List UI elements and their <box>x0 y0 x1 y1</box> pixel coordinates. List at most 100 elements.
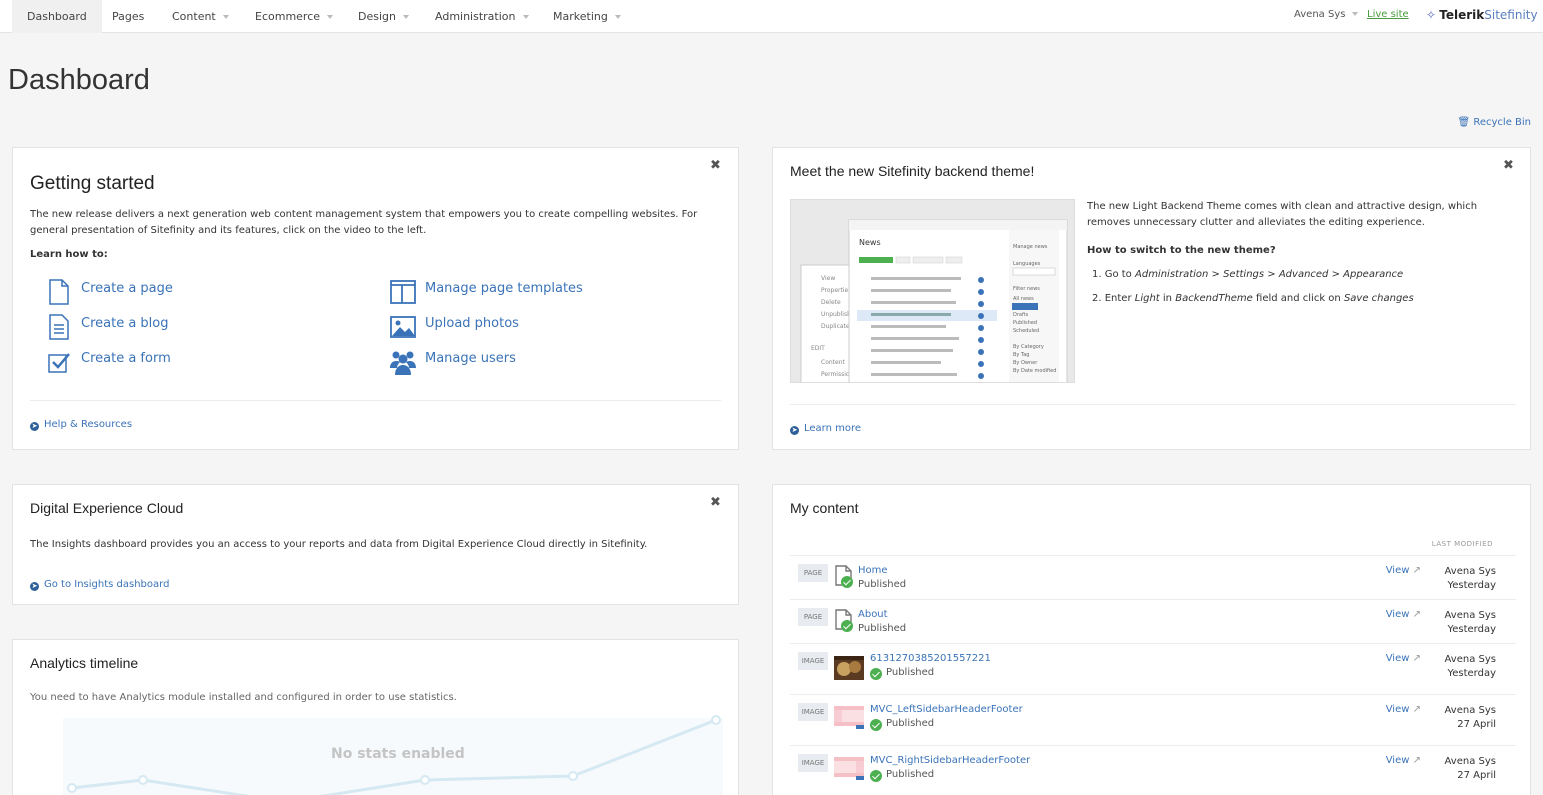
insights-dashboard-label: Go to Insights dashboard <box>44 579 170 590</box>
nav-administration[interactable]: Administration <box>435 0 529 33</box>
nav-content[interactable]: Content <box>172 0 229 33</box>
published-check-icon <box>870 668 882 680</box>
modified-date: 27 April <box>1457 770 1496 781</box>
content-row[interactable]: PAGE Home Published View ↗ Avena Sys Yest… <box>790 555 1516 599</box>
getting-started-panel: ✖ Getting started The new release delive… <box>12 147 739 450</box>
nav-dashboard-label: Dashboard <box>27 10 87 23</box>
user-name: Avena Sys <box>1294 9 1346 20</box>
step2-field: BackendTheme <box>1175 293 1253 304</box>
manage-users-label: Manage users <box>425 351 516 366</box>
chevron-down-icon <box>614 15 621 19</box>
modified-date: Yesterday <box>1447 580 1496 591</box>
nav-administration-label: Administration <box>435 10 516 23</box>
content-title[interactable]: 6131270385201557221 <box>870 653 991 664</box>
nav-dashboard[interactable]: Dashboard <box>12 0 102 33</box>
svg-text:Unpublish: Unpublish <box>821 311 851 318</box>
content-status: Published <box>886 769 935 780</box>
template-icon <box>390 280 416 304</box>
content-row[interactable]: IMAGE MVC_LeftSidebarHeaderFooter Publis… <box>790 694 1516 745</box>
theme-preview-graphic: View Properties Delete Unpublish Duplicate E… <box>791 200 1074 382</box>
page-title: Dashboard <box>8 64 150 96</box>
step2-mid: field and click on <box>1256 293 1341 304</box>
owner: Avena Sys <box>1444 566 1496 577</box>
published-check-icon <box>870 719 882 731</box>
dec-panel: ✖ Digital Experience Cloud The Insights … <box>12 484 739 605</box>
content-status: Published <box>886 718 935 729</box>
modified-date: Yesterday <box>1447 624 1496 635</box>
recycle-bin-label: Recycle Bin <box>1473 117 1531 128</box>
my-content-panel: My content LAST MODIFIED PAGE Home Publi… <box>772 484 1531 795</box>
chevron-down-icon <box>402 15 409 19</box>
close-icon[interactable]: ✖ <box>1503 158 1514 173</box>
insights-dashboard-link[interactable]: ➤ Go to Insights dashboard <box>30 577 169 593</box>
close-icon[interactable]: ✖ <box>710 158 721 173</box>
content-row[interactable]: PAGE About Published View ↗ Avena Sys Yes… <box>790 599 1516 643</box>
owner: Avena Sys <box>1444 610 1496 621</box>
arrow-right-icon: ➤ <box>30 582 39 591</box>
theme-preview-image[interactable]: View Properties Delete Unpublish Duplicate E… <box>790 199 1075 383</box>
modified-info: Avena Sys Yesterday <box>1406 653 1496 681</box>
upload-photos-label: Upload photos <box>425 316 519 331</box>
users-icon <box>390 351 416 375</box>
backend-theme-panel: ✖ Meet the new Sitefinity backend theme!… <box>772 147 1531 450</box>
content-row[interactable]: IMAGE 6131270385201557221 Published View… <box>790 643 1516 694</box>
svg-text:Delete: Delete <box>821 299 841 306</box>
theme-step-2: 2. Enter Light in BackendTheme field and… <box>1092 291 1414 307</box>
chevron-down-icon <box>522 15 529 19</box>
modified-info: Avena Sys 27 April <box>1406 755 1496 783</box>
logo-telerik-text: Telerik <box>1439 8 1485 22</box>
create-form-label: Create a form <box>81 351 171 366</box>
close-icon[interactable]: ✖ <box>710 495 721 510</box>
svg-text:By Owner: By Owner <box>1013 360 1038 366</box>
modified-info: Avena Sys Yesterday <box>1406 609 1496 637</box>
no-stats-label: No stats enabled <box>331 746 465 762</box>
chevron-down-icon <box>1352 12 1359 16</box>
user-menu[interactable]: Avena Sys <box>1294 0 1359 33</box>
published-check-icon <box>841 620 853 632</box>
step2-value: Light <box>1134 293 1160 304</box>
nav-design-label: Design <box>358 10 396 23</box>
nav-design[interactable]: Design <box>358 0 409 33</box>
svg-text:By Tag: By Tag <box>1013 352 1029 358</box>
svg-text:Content: Content <box>821 359 846 366</box>
divider <box>30 400 721 401</box>
content-title[interactable]: MVC_LeftSidebarHeaderFooter <box>870 704 1023 715</box>
content-row[interactable]: IMAGE MVC_RightSidebarHeaderFooter Publi… <box>790 745 1516 795</box>
svg-text:Published: Published <box>1013 320 1037 326</box>
svg-text:By Category: By Category <box>1013 344 1044 350</box>
sitefinity-logo[interactable]: ✧ TelerikSitefinity <box>1426 0 1538 33</box>
content-title[interactable]: About <box>858 609 888 620</box>
modified-date: 27 April <box>1457 719 1496 730</box>
trash-icon: 🗑 <box>1457 117 1471 128</box>
content-title[interactable]: Home <box>858 565 888 576</box>
form-icon <box>48 353 70 373</box>
nav-content-label: Content <box>172 10 216 23</box>
photo-icon <box>390 316 416 338</box>
top-navigation: Dashboard Pages Content Ecommerce Design… <box>0 0 1543 33</box>
svg-text:Properties: Properties <box>821 287 851 294</box>
svg-text:All news: All news <box>1013 296 1034 302</box>
step2-in: in <box>1162 293 1173 304</box>
svg-text:By Date modified: By Date modified <box>1013 368 1056 374</box>
owner: Avena Sys <box>1444 705 1496 716</box>
nav-pages[interactable]: Pages <box>112 0 144 33</box>
help-resources-link[interactable]: ➤ Help & Resources <box>30 417 132 433</box>
nav-marketing[interactable]: Marketing <box>553 0 621 33</box>
published-check-icon <box>870 770 882 782</box>
arrow-right-icon: ➤ <box>30 422 39 431</box>
create-blog-label: Create a blog <box>81 316 169 331</box>
owner: Avena Sys <box>1444 654 1496 665</box>
image-thumbnail <box>834 656 864 680</box>
nav-ecommerce[interactable]: Ecommerce <box>255 0 334 33</box>
step1-path: Administration > Settings > Advanced > A… <box>1135 269 1404 280</box>
owner: Avena Sys <box>1444 756 1496 767</box>
live-site-link[interactable]: Live site <box>1367 0 1409 33</box>
telerik-logo-icon: ✧ <box>1426 8 1437 22</box>
content-title[interactable]: MVC_RightSidebarHeaderFooter <box>870 755 1030 766</box>
modified-date: Yesterday <box>1447 668 1496 679</box>
svg-text:Languages: Languages <box>1013 261 1041 267</box>
learn-more-link[interactable]: ➤ Learn more <box>790 421 861 437</box>
recycle-bin-link[interactable]: 🗑 Recycle Bin <box>1457 117 1531 128</box>
backend-theme-title: Meet the new Sitefinity backend theme! <box>790 163 1035 179</box>
learn-how-label: Learn how to: <box>30 249 108 260</box>
